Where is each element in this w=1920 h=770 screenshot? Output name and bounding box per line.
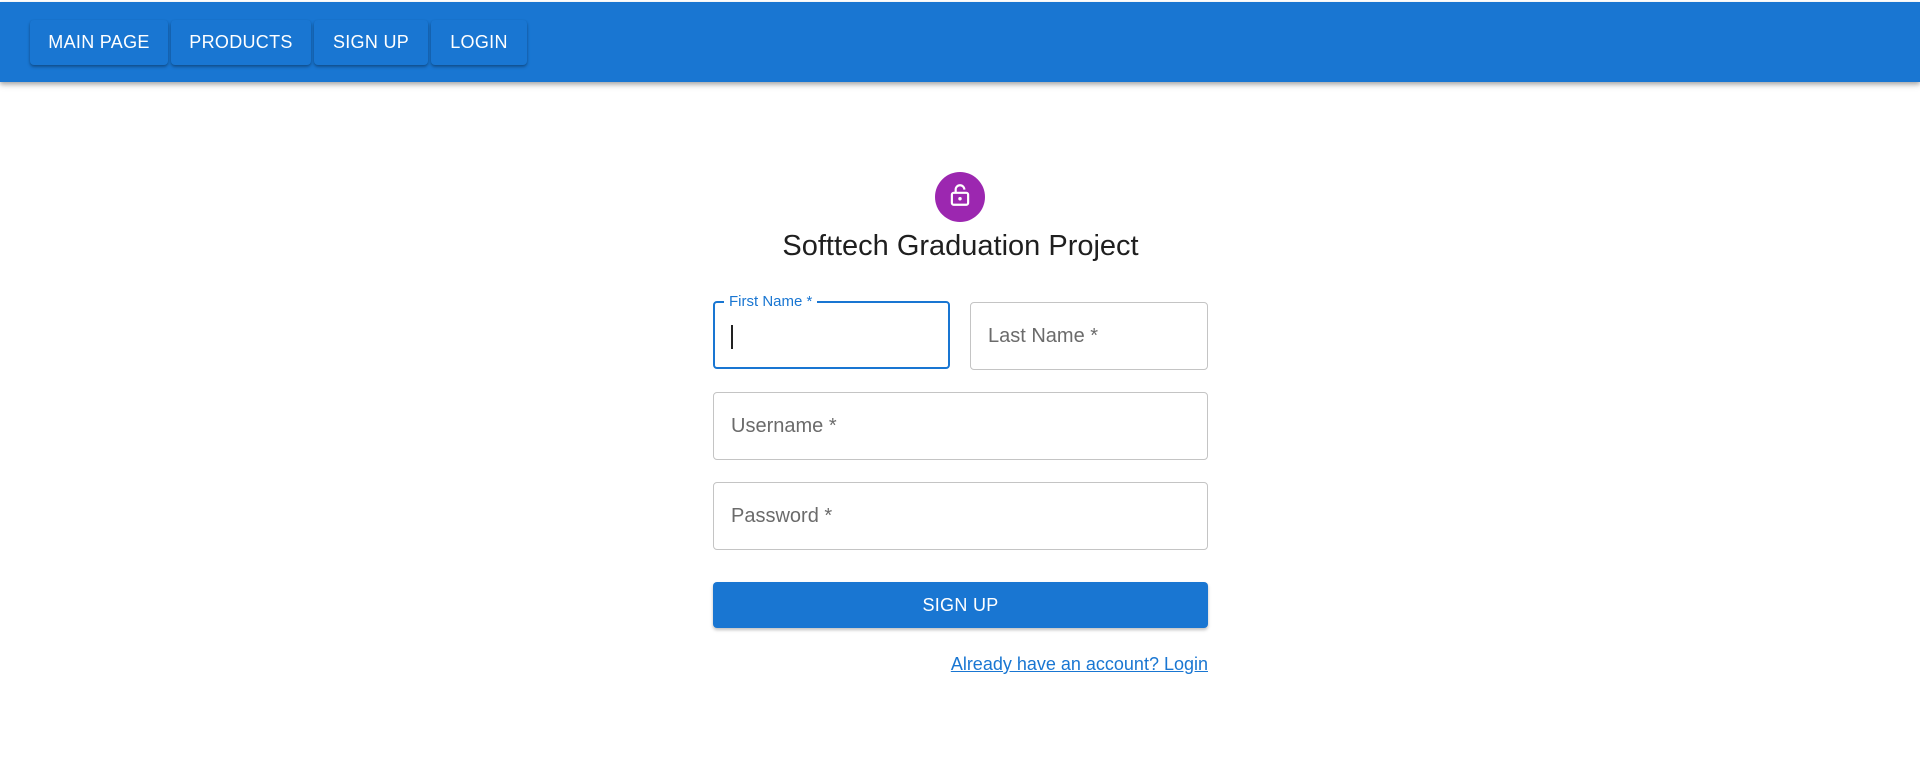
username-label: Username * bbox=[731, 415, 837, 437]
first-name-label: First Name * bbox=[724, 293, 818, 310]
username-field[interactable]: Username * bbox=[713, 392, 1208, 460]
last-name-label: Last Name * bbox=[988, 325, 1099, 347]
nav-products-button[interactable]: PRODUCTS bbox=[171, 20, 311, 65]
nav-main-page-button[interactable]: MAIN PAGE bbox=[30, 20, 168, 65]
nav-bar: MAIN PAGE PRODUCTS SIGN UP LOGIN bbox=[30, 20, 527, 65]
app-bar: MAIN PAGE PRODUCTS SIGN UP LOGIN bbox=[0, 2, 1920, 82]
text-cursor bbox=[731, 325, 733, 349]
login-link[interactable]: Already have an account? Login bbox=[951, 654, 1208, 675]
avatar bbox=[935, 172, 985, 222]
last-name-field[interactable]: Last Name * bbox=[970, 302, 1208, 370]
lock-open-icon bbox=[947, 182, 973, 213]
password-field[interactable]: Password * bbox=[713, 482, 1208, 550]
nav-login-button[interactable]: LOGIN bbox=[431, 20, 527, 65]
sign-up-button[interactable]: SIGN UP bbox=[713, 582, 1208, 628]
password-label: Password * bbox=[731, 505, 833, 527]
first-name-field[interactable]: First Name * bbox=[713, 293, 950, 369]
nav-sign-up-button[interactable]: SIGN UP bbox=[314, 20, 428, 65]
page-title: Softtech Graduation Project bbox=[782, 230, 1139, 262]
